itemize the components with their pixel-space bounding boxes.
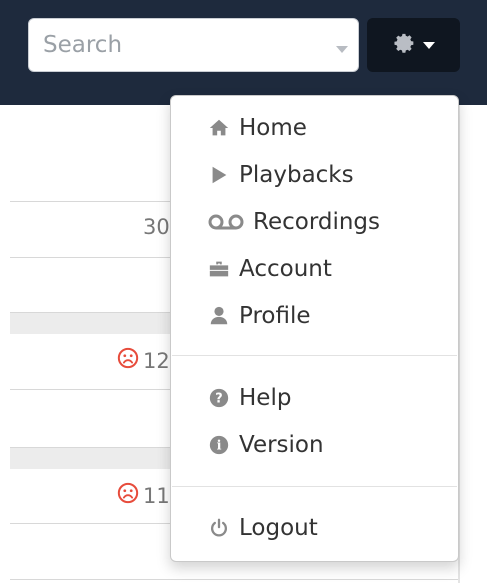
- table-cell: 12: [117, 347, 170, 374]
- menu-item-help[interactable]: ? Help: [207, 381, 291, 415]
- caret-down-icon: [422, 41, 435, 49]
- sad-face-icon: [117, 482, 139, 509]
- sad-face-icon: [117, 347, 139, 374]
- svg-text:i: i: [217, 439, 222, 454]
- menu-divider: [172, 355, 457, 356]
- search-box[interactable]: [28, 18, 359, 72]
- search-input[interactable]: [43, 19, 336, 71]
- table-divider: [10, 579, 460, 580]
- menu-item-account[interactable]: Account: [207, 252, 332, 286]
- info-circle-icon: i: [207, 433, 231, 457]
- menu-item-recordings[interactable]: Recordings: [207, 205, 380, 239]
- gear-icon: [393, 32, 415, 58]
- menu-item-version[interactable]: i Version: [207, 428, 324, 462]
- play-icon: [207, 163, 231, 187]
- menu-item-logout[interactable]: Logout: [207, 511, 318, 545]
- menu-item-playbacks[interactable]: Playbacks: [207, 158, 354, 192]
- search-dropdown-caret-icon[interactable]: [336, 45, 348, 53]
- table-cell: 11: [117, 482, 170, 509]
- user-icon: [207, 304, 231, 328]
- menu-item-home[interactable]: Home: [207, 111, 307, 145]
- briefcase-icon: [207, 257, 231, 281]
- settings-dropdown-menu: Home Playbacks Recordings Account Profil…: [170, 95, 459, 562]
- table-cell: 30: [143, 215, 170, 239]
- top-navbar: [0, 0, 487, 105]
- question-circle-icon: ?: [207, 386, 231, 410]
- menu-item-profile[interactable]: Profile: [207, 299, 311, 333]
- power-icon: [207, 516, 231, 540]
- home-icon: [207, 116, 231, 140]
- svg-text:?: ?: [215, 392, 222, 407]
- menu-divider: [172, 486, 457, 487]
- voicemail-icon: [207, 210, 245, 234]
- settings-menu-button[interactable]: [367, 18, 460, 72]
